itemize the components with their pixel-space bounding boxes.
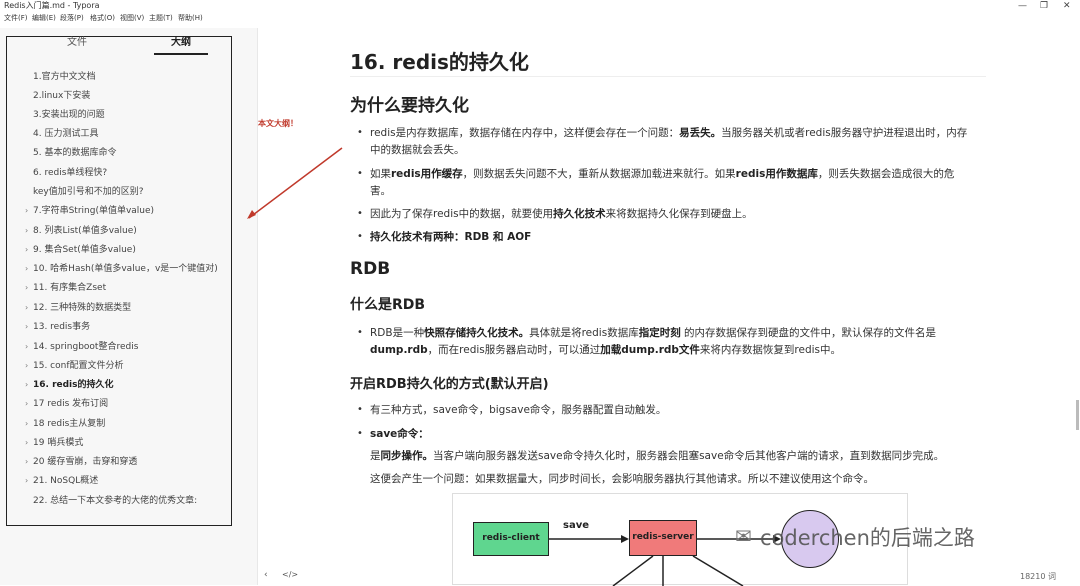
paragraph-cache-vs-db: 如果redis用作缓存，则数据丢失问题不大，重新从数据源加载进来就行。如果red… (370, 168, 955, 197)
menu-help[interactable]: 帮助(H) (178, 13, 203, 24)
outline-item-label: 9. 集合Set(单值多value) (33, 245, 136, 255)
scrollbar-thumb[interactable] (1076, 400, 1079, 430)
annotation-label: 本文大纲！ (258, 119, 298, 128)
chevron-right-icon[interactable]: › (25, 418, 28, 430)
outline-item-label: 12. 三种特殊的数据类型 (33, 303, 132, 313)
bullet-dot: • (357, 127, 363, 138)
outline-item-label: key值加引号和不加的区别? (33, 187, 144, 197)
outline-item-label: 4. 压力测试工具 (33, 129, 99, 139)
heading-rule (350, 76, 986, 77)
outline-panel: 文件 大纲 1.官方中文文档 2.linux下安装 3.安装出现的问题 4. 压力测试… (6, 36, 232, 526)
outline-item-label: 17 redis 发布订阅 (33, 399, 109, 409)
bullet-dot: • (357, 208, 363, 219)
heading-persistence: 16. redis的持久化 (350, 50, 529, 74)
redis-server-node: redis-server (629, 520, 697, 556)
outline-item-label: 16. redis的持久化 (33, 380, 114, 390)
outline-item-label: 20 缓存雪崩，击穿和穿透 (33, 457, 138, 467)
heading-what-is-rdb: 什么是RDB (350, 297, 426, 313)
paragraph-sync-op: 是同步操作。当客户端向服务器发送save命令持久化时，服务器会阻塞save命令后… (370, 450, 945, 462)
tab-outline-underline (154, 53, 208, 55)
heading-why-persist: 为什么要持久化 (350, 96, 469, 116)
maximize-icon[interactable]: ❐ (1040, 0, 1048, 12)
word-count[interactable]: 18210 词 (1020, 571, 1056, 582)
outline-item-label: 2.linux下安装 (33, 91, 91, 101)
chevron-right-icon[interactable]: › (25, 398, 28, 410)
outline-item-label: 10. 哈希Hash(单值多value，v是一个键值对) (33, 264, 218, 274)
outline-item-label: 15. conf配置文件分析 (33, 361, 124, 371)
chevron-right-icon[interactable]: › (25, 205, 28, 217)
paragraph-memory-loss: redis是内存数据库，数据存储在内存中，这样便会存在一个问题：易丢失。当服务器… (370, 127, 968, 156)
outline-item-label: 13. redis事务 (33, 322, 91, 332)
outline-item-label: 6. redis单线程快? (33, 168, 108, 178)
outline-item-label: 11. 有序集合Zset (33, 283, 107, 293)
chevron-right-icon[interactable]: › (25, 244, 28, 256)
menu-view[interactable]: 视图(V) (120, 13, 144, 24)
chevron-right-icon[interactable]: › (25, 225, 28, 237)
redis-client-node: redis-client (473, 522, 549, 556)
paragraph-save-command: save命令： (370, 428, 429, 440)
close-icon[interactable]: ✕ (1063, 0, 1071, 12)
minimize-icon[interactable]: — (1018, 0, 1027, 12)
menu-file[interactable]: 文件(F) (4, 13, 28, 24)
wechat-icon: ✉ (735, 524, 752, 548)
chevron-right-icon[interactable]: › (25, 437, 28, 449)
source-mode-icon[interactable]: </> (282, 570, 298, 579)
outline-item-label: 14. springboot整合redis (33, 342, 139, 352)
chevron-right-icon[interactable]: › (25, 263, 28, 275)
chevron-right-icon[interactable]: › (25, 475, 28, 487)
outline-item-label: 7.字符串String(单值单value) (33, 206, 155, 216)
chevron-right-icon[interactable]: › (25, 341, 28, 353)
bullet-dot: • (357, 404, 363, 415)
bullet-dot: • (357, 168, 363, 179)
status-bar: ‹ </> 18210 词 (258, 566, 1080, 585)
menu-format[interactable]: 格式(O) (90, 13, 115, 24)
outline-item-label: 19 哨兵模式 (33, 438, 84, 448)
outline-item-label: 22. 总结一下本文参考的大佬的优秀文章: (33, 496, 198, 506)
menu-paragraph[interactable]: 段落(P) (60, 13, 84, 24)
toggle-sidebar-icon[interactable]: ‹ (264, 570, 268, 580)
outline-item-label: 18 redis主从复制 (33, 419, 106, 429)
title-bar: Redis入门篇.md - Typora — ❐ ✕ (0, 0, 1080, 12)
sidebar-tabs: 文件 大纲 (7, 37, 231, 57)
outline-item-label: 8. 列表List(单值多value) (33, 226, 137, 236)
menu-theme[interactable]: 主题(T) (149, 13, 173, 24)
chevron-right-icon[interactable]: › (25, 321, 28, 333)
outline-item-label: 3.安装出现的问题 (33, 110, 105, 120)
chevron-right-icon[interactable]: › (25, 379, 28, 391)
tab-files[interactable]: 文件 (67, 37, 87, 49)
chevron-right-icon[interactable]: › (25, 456, 28, 468)
heading-enable-rdb: 开启RDB持久化的方式(默认开启) (350, 377, 549, 392)
paragraph-persist-tech: 因此为了保存redis中的数据，就要使用持久化技术来将数据持久化保存到硬盘上。 (370, 208, 753, 220)
outline-item-label: 1.官方中文文档 (33, 72, 96, 82)
chevron-right-icon[interactable]: › (25, 282, 28, 294)
paragraph-three-ways: 有三种方式，save命令，bigsave命令，服务器配置自动触发。 (370, 404, 667, 416)
window-title: Redis入门篇.md - Typora (4, 1, 100, 10)
paragraph-problem: 这便会产生一个问题：如果数据量大，同步时间长，会影响服务器执行其他请求。所以不建… (370, 473, 874, 485)
outline-item-label: 5. 基本的数据库命令 (33, 148, 117, 158)
tab-outline[interactable]: 大纲 (171, 37, 191, 49)
bullet-dot: • (357, 327, 363, 338)
bullet-dot: • (357, 231, 363, 242)
save-arrow-label: save (563, 520, 590, 531)
chevron-right-icon[interactable]: › (25, 302, 28, 314)
paragraph-rdb-definition: RDB是一种快照存储持久化技术。具体就是将redis数据库指定时刻 的内存数据保… (370, 327, 937, 356)
outline-item-label: 21. NoSQL概述 (33, 476, 99, 486)
chevron-right-icon[interactable]: › (25, 360, 28, 372)
sidebar: 文件 大纲 1.官方中文文档 2.linux下安装 3.安装出现的问题 4. 压力测试… (0, 28, 258, 585)
watermark: coderchen的后端之路 (760, 526, 975, 550)
paragraph-two-types: 持久化技术有两种：RDB 和 AOF (370, 231, 532, 243)
heading-rdb: RDB (350, 259, 391, 279)
bullet-dot: • (357, 428, 363, 439)
menu-edit[interactable]: 编辑(E) (32, 13, 56, 24)
